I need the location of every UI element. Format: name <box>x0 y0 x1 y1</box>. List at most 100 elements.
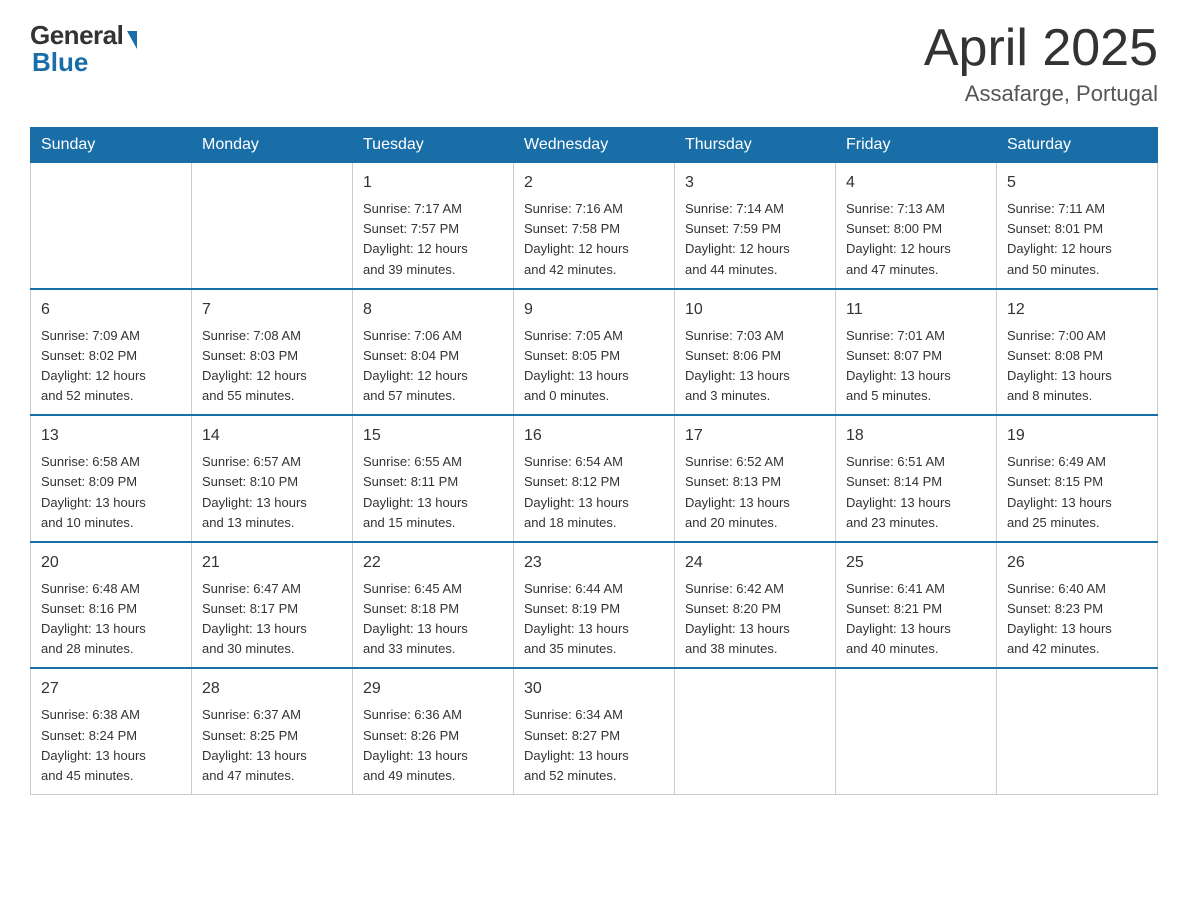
day-number: 4 <box>846 171 986 195</box>
day-info: Sunrise: 7:05 AM Sunset: 8:05 PM Dayligh… <box>524 326 664 407</box>
day-number: 3 <box>685 171 825 195</box>
calendar-cell: 24 Sunrise: 6:42 AM Sunset: 8:20 PM Dayli… <box>675 542 836 669</box>
day-info: Sunrise: 7:00 AM Sunset: 8:08 PM Dayligh… <box>1007 326 1147 407</box>
day-info: Sunrise: 6:40 AM Sunset: 8:23 PM Dayligh… <box>1007 579 1147 660</box>
day-info: Sunrise: 7:08 AM Sunset: 8:03 PM Dayligh… <box>202 326 342 407</box>
calendar-cell: 9 Sunrise: 7:05 AM Sunset: 8:05 PM Daylig… <box>514 289 675 416</box>
day-number: 10 <box>685 298 825 322</box>
calendar-table: SundayMondayTuesdayWednesdayThursdayFrid… <box>30 127 1158 795</box>
calendar-cell: 13 Sunrise: 6:58 AM Sunset: 8:09 PM Dayli… <box>31 415 192 542</box>
calendar-cell: 2 Sunrise: 7:16 AM Sunset: 7:58 PM Daylig… <box>514 163 675 289</box>
day-number: 28 <box>202 677 342 701</box>
day-number: 20 <box>41 551 181 575</box>
day-info: Sunrise: 7:03 AM Sunset: 8:06 PM Dayligh… <box>685 326 825 407</box>
day-number: 21 <box>202 551 342 575</box>
day-info: Sunrise: 7:17 AM Sunset: 7:57 PM Dayligh… <box>363 199 503 280</box>
day-number: 13 <box>41 424 181 448</box>
calendar-cell: 17Sunrise: 6:52 AM Sunset: 8:13 PM Dayli… <box>675 415 836 542</box>
week-row-3: 20Sunrise: 6:48 AM Sunset: 8:16 PM Dayli… <box>31 542 1158 669</box>
day-info: Sunrise: 7:09 AM Sunset: 8:02 PM Dayligh… <box>41 326 181 407</box>
day-info: Sunrise: 6:47 AM Sunset: 8:17 PM Dayligh… <box>202 579 342 660</box>
header-cell-sunday: Sunday <box>31 128 192 163</box>
week-row-2: 13 Sunrise: 6:58 AM Sunset: 8:09 PM Dayli… <box>31 415 1158 542</box>
calendar-cell <box>31 163 192 289</box>
logo-arrow-icon <box>127 31 137 49</box>
calendar-cell: 20Sunrise: 6:48 AM Sunset: 8:16 PM Dayli… <box>31 542 192 669</box>
day-info: Sunrise: 6:49 AM Sunset: 8:15 PM Dayligh… <box>1007 452 1147 533</box>
day-info: Sunrise: 6:37 AM Sunset: 8:25 PM Dayligh… <box>202 705 342 786</box>
calendar-cell: 28 Sunrise: 6:37 AM Sunset: 8:25 PM Dayli… <box>192 668 353 794</box>
header-row: SundayMondayTuesdayWednesdayThursdayFrid… <box>31 128 1158 163</box>
day-number: 29 <box>363 677 503 701</box>
header-cell-friday: Friday <box>836 128 997 163</box>
calendar-cell: 5 Sunrise: 7:11 AM Sunset: 8:01 PM Daylig… <box>997 163 1158 289</box>
day-info: Sunrise: 6:51 AM Sunset: 8:14 PM Dayligh… <box>846 452 986 533</box>
day-number: 11 <box>846 298 986 322</box>
day-number: 1 <box>363 171 503 195</box>
calendar-cell: 1 Sunrise: 7:17 AM Sunset: 7:57 PM Daylig… <box>353 163 514 289</box>
day-number: 22 <box>363 551 503 575</box>
day-number: 14 <box>202 424 342 448</box>
calendar-cell: 27 Sunrise: 6:38 AM Sunset: 8:24 PM Dayli… <box>31 668 192 794</box>
day-number: 27 <box>41 677 181 701</box>
week-row-4: 27 Sunrise: 6:38 AM Sunset: 8:24 PM Dayli… <box>31 668 1158 794</box>
calendar-cell: 26Sunrise: 6:40 AM Sunset: 8:23 PM Dayli… <box>997 542 1158 669</box>
calendar-cell: 21 Sunrise: 6:47 AM Sunset: 8:17 PM Dayli… <box>192 542 353 669</box>
calendar-cell: 8 Sunrise: 7:06 AM Sunset: 8:04 PM Daylig… <box>353 289 514 416</box>
calendar-cell: 29 Sunrise: 6:36 AM Sunset: 8:26 PM Dayli… <box>353 668 514 794</box>
day-number: 8 <box>363 298 503 322</box>
calendar-cell: 14 Sunrise: 6:57 AM Sunset: 8:10 PM Dayli… <box>192 415 353 542</box>
page-title: April 2025 <box>924 20 1158 77</box>
day-info: Sunrise: 6:57 AM Sunset: 8:10 PM Dayligh… <box>202 452 342 533</box>
header-cell-saturday: Saturday <box>997 128 1158 163</box>
header-cell-monday: Monday <box>192 128 353 163</box>
day-number: 17 <box>685 424 825 448</box>
title-section: April 2025 Assafarge, Portugal <box>924 20 1158 107</box>
calendar-cell: 7 Sunrise: 7:08 AM Sunset: 8:03 PM Daylig… <box>192 289 353 416</box>
week-row-0: 1 Sunrise: 7:17 AM Sunset: 7:57 PM Daylig… <box>31 163 1158 289</box>
calendar-cell <box>997 668 1158 794</box>
calendar-cell: 30Sunrise: 6:34 AM Sunset: 8:27 PM Dayli… <box>514 668 675 794</box>
day-number: 7 <box>202 298 342 322</box>
calendar-cell: 18 Sunrise: 6:51 AM Sunset: 8:14 PM Dayli… <box>836 415 997 542</box>
header-cell-wednesday: Wednesday <box>514 128 675 163</box>
day-number: 23 <box>524 551 664 575</box>
calendar-cell: 16Sunrise: 6:54 AM Sunset: 8:12 PM Dayli… <box>514 415 675 542</box>
calendar-cell: 3 Sunrise: 7:14 AM Sunset: 7:59 PM Daylig… <box>675 163 836 289</box>
day-number: 9 <box>524 298 664 322</box>
day-info: Sunrise: 6:45 AM Sunset: 8:18 PM Dayligh… <box>363 579 503 660</box>
day-info: Sunrise: 6:54 AM Sunset: 8:12 PM Dayligh… <box>524 452 664 533</box>
day-number: 24 <box>685 551 825 575</box>
day-number: 5 <box>1007 171 1147 195</box>
calendar-body: 1 Sunrise: 7:17 AM Sunset: 7:57 PM Daylig… <box>31 163 1158 795</box>
calendar-cell: 11 Sunrise: 7:01 AM Sunset: 8:07 PM Dayli… <box>836 289 997 416</box>
calendar-cell <box>836 668 997 794</box>
calendar-header: SundayMondayTuesdayWednesdayThursdayFrid… <box>31 128 1158 163</box>
day-info: Sunrise: 7:01 AM Sunset: 8:07 PM Dayligh… <box>846 326 986 407</box>
day-info: Sunrise: 6:55 AM Sunset: 8:11 PM Dayligh… <box>363 452 503 533</box>
day-number: 25 <box>846 551 986 575</box>
header-cell-tuesday: Tuesday <box>353 128 514 163</box>
day-info: Sunrise: 7:13 AM Sunset: 8:00 PM Dayligh… <box>846 199 986 280</box>
day-number: 18 <box>846 424 986 448</box>
day-number: 2 <box>524 171 664 195</box>
day-info: Sunrise: 6:38 AM Sunset: 8:24 PM Dayligh… <box>41 705 181 786</box>
day-info: Sunrise: 7:14 AM Sunset: 7:59 PM Dayligh… <box>685 199 825 280</box>
calendar-cell: 25Sunrise: 6:41 AM Sunset: 8:21 PM Dayli… <box>836 542 997 669</box>
calendar-cell <box>675 668 836 794</box>
calendar-cell: 4 Sunrise: 7:13 AM Sunset: 8:00 PM Daylig… <box>836 163 997 289</box>
day-info: Sunrise: 7:11 AM Sunset: 8:01 PM Dayligh… <box>1007 199 1147 280</box>
calendar-cell: 12Sunrise: 7:00 AM Sunset: 8:08 PM Dayli… <box>997 289 1158 416</box>
day-info: Sunrise: 6:42 AM Sunset: 8:20 PM Dayligh… <box>685 579 825 660</box>
day-info: Sunrise: 6:36 AM Sunset: 8:26 PM Dayligh… <box>363 705 503 786</box>
day-info: Sunrise: 7:06 AM Sunset: 8:04 PM Dayligh… <box>363 326 503 407</box>
header-cell-thursday: Thursday <box>675 128 836 163</box>
week-row-1: 6Sunrise: 7:09 AM Sunset: 8:02 PM Daylig… <box>31 289 1158 416</box>
day-info: Sunrise: 6:58 AM Sunset: 8:09 PM Dayligh… <box>41 452 181 533</box>
day-number: 19 <box>1007 424 1147 448</box>
day-info: Sunrise: 6:44 AM Sunset: 8:19 PM Dayligh… <box>524 579 664 660</box>
day-info: Sunrise: 6:34 AM Sunset: 8:27 PM Dayligh… <box>524 705 664 786</box>
day-info: Sunrise: 7:16 AM Sunset: 7:58 PM Dayligh… <box>524 199 664 280</box>
calendar-cell: 6Sunrise: 7:09 AM Sunset: 8:02 PM Daylig… <box>31 289 192 416</box>
page-header: General Blue April 2025 Assafarge, Portu… <box>30 20 1158 107</box>
